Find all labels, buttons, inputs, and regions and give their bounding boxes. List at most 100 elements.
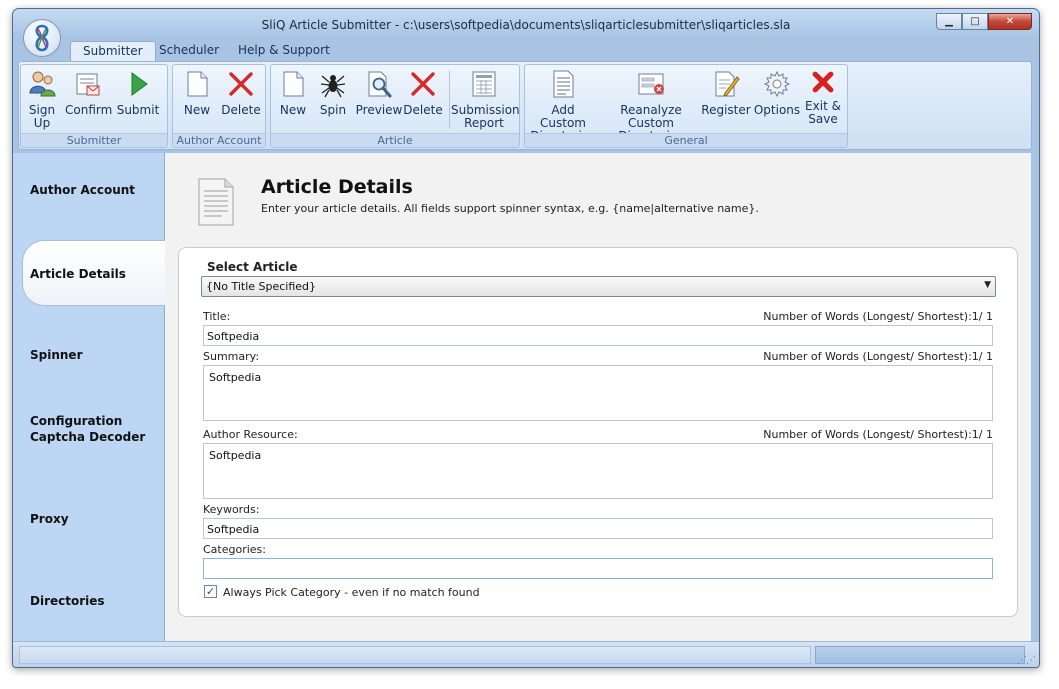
form-check-icon <box>634 67 668 101</box>
article-form-panel: Select Article {No Title Specified} ▼ Ti… <box>178 247 1018 617</box>
magnifier-document-icon <box>362 67 396 101</box>
exit-save-button[interactable]: Exit & Save <box>801 67 845 126</box>
chevron-down-icon: ▼ <box>984 280 991 290</box>
group-label-submitter: Submitter <box>21 133 167 147</box>
sidebar-item-directories[interactable]: Directories <box>23 568 165 634</box>
author-resource-label: Author Resource: <box>203 428 298 441</box>
group-label-author-account: Author Account <box>173 133 265 147</box>
sidebar-item-spinner-configuration[interactable]: Spinner Configuration <box>23 322 165 428</box>
close-red-icon <box>806 67 840 97</box>
delete-x-icon <box>406 67 440 101</box>
reanalyze-label-1: Reanalyze Custom <box>620 103 682 130</box>
group-label-article: Article <box>271 133 519 147</box>
keywords-label: Keywords: <box>203 503 260 516</box>
minimize-button[interactable]: ▁ <box>936 13 962 30</box>
sidebar-item-captcha-decoder[interactable]: Captcha Decoder <box>23 404 165 470</box>
title-bar[interactable]: SliQ Article Submitter - c:\users\softpe… <box>13 9 1039 39</box>
summary-label: Summary: <box>203 350 260 363</box>
add-custom-directories-button[interactable]: Add Custom Directories <box>527 67 599 143</box>
categories-input[interactable] <box>203 558 993 579</box>
submit-button[interactable]: Submit <box>115 67 161 117</box>
app-window: SliQ Article Submitter - c:\users\softpe… <box>12 8 1040 668</box>
users-icon <box>25 67 59 101</box>
main-content: Article Details Enter your article detai… <box>165 153 1031 641</box>
preview-button[interactable]: Preview <box>355 67 403 117</box>
app-logo-icon[interactable] <box>23 19 61 57</box>
close-button[interactable]: ✕ <box>988 13 1032 30</box>
new-article-button[interactable]: New <box>273 67 313 117</box>
confirm-label: Confirm <box>65 103 113 117</box>
ribbon-group-general: Add Custom Directories Reanalyze Custom … <box>524 64 848 148</box>
window-controls: ▁ □ ✕ <box>936 13 1032 30</box>
sidebar-item-article-details[interactable]: Article Details <box>22 240 165 306</box>
always-pick-category-label: Always Pick Category - even if no match … <box>223 586 480 599</box>
author-resource-word-count: Number of Words (Longest/ Shortest):1/ 1 <box>763 428 993 441</box>
status-bar: ⋰⋰ <box>13 641 1039 667</box>
delete-author-label: Delete <box>221 103 261 117</box>
register-button[interactable]: Register <box>701 67 751 117</box>
summary-textarea[interactable]: Softpedia <box>203 365 993 421</box>
play-icon <box>121 67 155 101</box>
article-document-icon <box>195 177 237 227</box>
status-pane-progress <box>815 646 1025 664</box>
sign-up-button[interactable]: Sign Up <box>25 67 59 130</box>
title-word-count: Number of Words (Longest/ Shortest):1/ 1 <box>763 310 993 323</box>
new-document-icon <box>180 67 214 101</box>
always-pick-category-checkbox[interactable]: ✓ <box>204 585 217 598</box>
submission-report-label-2: Report <box>464 116 504 130</box>
ribbon-tabs: Submitter Scheduler Help & Support <box>13 39 1039 61</box>
summary-word-count: Number of Words (Longest/ Shortest):1/ 1 <box>763 350 993 363</box>
pen-document-icon <box>709 67 743 101</box>
resize-grip-icon[interactable]: ⋰⋰ <box>1017 655 1036 666</box>
maximize-button[interactable]: □ <box>962 13 988 30</box>
window-title: SliQ Article Submitter - c:\users\softpe… <box>261 18 791 32</box>
group-label-general: General <box>525 133 847 147</box>
tab-scheduler[interactable]: Scheduler <box>147 41 231 61</box>
options-button[interactable]: Options <box>753 67 801 117</box>
ribbon-group-article: New Spin Preview Delete Submission Repor… <box>270 64 520 148</box>
spin-label: Spin <box>319 103 347 117</box>
tab-help-support[interactable]: Help & Support <box>226 41 342 61</box>
exit-save-label-2: Save <box>808 112 838 126</box>
new-author-label: New <box>183 103 211 117</box>
title-input[interactable]: Softpedia <box>203 325 993 346</box>
new-author-button[interactable]: New <box>177 67 217 117</box>
ribbon-group-submitter: Sign Up Confirm Submit Submitter <box>20 64 168 148</box>
confirm-button[interactable]: Confirm <box>65 67 113 117</box>
title-label: Title: <box>203 310 231 323</box>
select-article-label: Select Article <box>207 260 298 274</box>
register-label: Register <box>701 103 751 117</box>
categories-label: Categories: <box>203 543 266 556</box>
sidebar: Author Account Article Details Spinner C… <box>13 153 165 641</box>
ribbon: Sign Up Confirm Submit Submitter New Del… <box>18 61 1032 150</box>
sidebar-item-proxy[interactable]: Proxy <box>23 486 165 552</box>
new-article-label: New <box>279 103 307 117</box>
submission-report-button[interactable]: Submission Report <box>451 67 520 130</box>
new-document-icon <box>276 67 310 101</box>
spin-button[interactable]: Spin <box>313 67 353 117</box>
keywords-input[interactable]: Softpedia <box>203 518 993 539</box>
options-label: Options <box>753 103 801 117</box>
add-custom-directories-label-1: Add Custom <box>540 103 586 130</box>
select-article-dropdown[interactable]: {No Title Specified} ▼ <box>201 276 996 297</box>
delete-author-button[interactable]: Delete <box>219 67 263 117</box>
sidebar-item-author-account[interactable]: Author Account <box>23 157 165 223</box>
author-resource-textarea[interactable]: Softpedia <box>203 443 993 499</box>
list-document-icon <box>546 67 580 101</box>
page-description: Enter your article details. All fields s… <box>261 202 759 215</box>
preview-label: Preview <box>355 103 403 117</box>
report-icon <box>467 67 501 101</box>
select-article-value: {No Title Specified} <box>206 280 317 293</box>
ribbon-group-author-account: New Delete Author Account <box>172 64 266 148</box>
tab-submitter[interactable]: Submitter <box>70 41 156 61</box>
email-icon <box>71 67 105 101</box>
page-title: Article Details <box>261 176 413 198</box>
delete-x-icon <box>224 67 258 101</box>
gear-icon <box>760 67 794 101</box>
ribbon-separator <box>449 71 450 129</box>
delete-article-button[interactable]: Delete <box>401 67 445 117</box>
reanalyze-custom-directories-button[interactable]: Reanalyze Custom Directories <box>601 67 701 143</box>
sign-up-label-2: Up <box>33 116 51 130</box>
status-pane-main <box>19 646 811 664</box>
submit-label: Submit <box>116 103 160 117</box>
